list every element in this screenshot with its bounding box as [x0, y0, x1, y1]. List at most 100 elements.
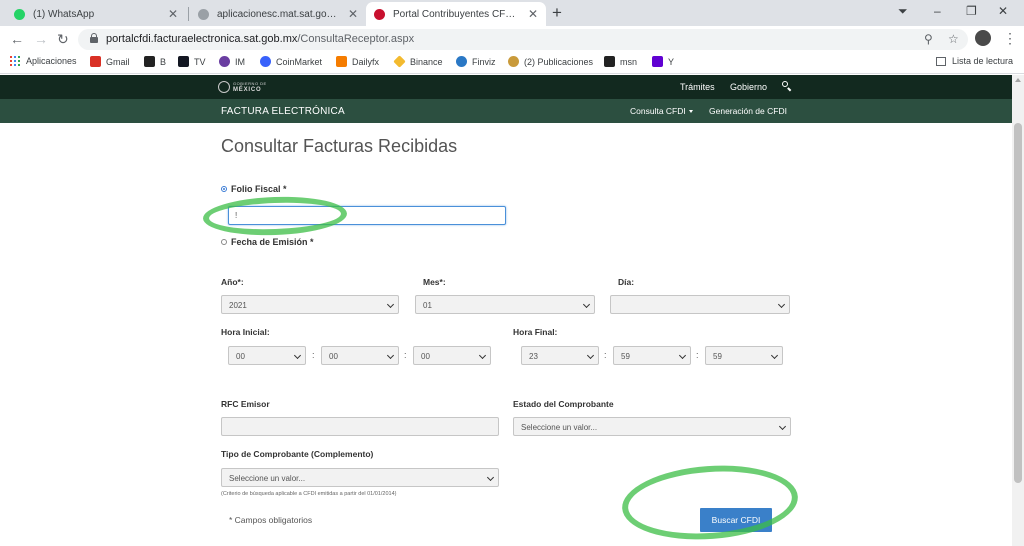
bookmark-gmail[interactable]: Gmail	[90, 56, 130, 67]
anio-value: 2021	[229, 301, 247, 310]
bookmark-label: Gmail	[106, 56, 130, 67]
publicaciones-icon	[508, 56, 519, 67]
nav-tramites[interactable]: Trámites	[680, 82, 715, 92]
buscar-cfdi-button[interactable]: Buscar CFDI	[700, 508, 772, 532]
bookmark-coinmarket[interactable]: CoinMarket	[260, 56, 322, 67]
restore-icon[interactable]: ❐	[966, 4, 977, 18]
select-value: 59	[713, 352, 722, 361]
tab-portal-cfdi[interactable]: Portal Contribuyentes CFDI | Busc ✕	[366, 2, 546, 26]
hora-final-second-select[interactable]: 59	[705, 346, 783, 365]
bookmarks-bar: Aplicaciones Gmail B TV IM CoinMarket Da…	[0, 52, 1024, 74]
bookmark-finviz[interactable]: Finviz	[456, 56, 496, 67]
scrollbar-thumb[interactable]	[1014, 123, 1022, 483]
section-title[interactable]: FACTURA ELECTRÓNICA	[221, 106, 345, 117]
radio-fecha-emision[interactable]: Fecha de Emisión *	[221, 237, 314, 247]
hora-final-label: Hora Final:	[513, 327, 558, 337]
hora-inicial-minute-select[interactable]: 00	[321, 346, 399, 365]
gobierno-logo[interactable]: GOBIERNO DE MÉXICO	[218, 81, 267, 93]
chevron-down-icon	[586, 351, 595, 360]
whatsapp-icon	[14, 8, 25, 20]
reload-icon[interactable]: ↻	[57, 31, 69, 48]
page-scrollbar[interactable]	[1012, 75, 1024, 546]
select-value: 00	[236, 352, 245, 361]
bookmark-label: Aplicaciones	[26, 56, 77, 66]
page-title: Consultar Facturas Recibidas	[221, 136, 458, 156]
bookmark-im[interactable]: IM	[219, 56, 245, 67]
reading-list-button[interactable]: Lista de lectura	[936, 56, 1013, 66]
bookmark-tv[interactable]: TV	[178, 56, 206, 67]
select-value: Seleccione un valor...	[229, 474, 306, 483]
menu-icon[interactable]: ⋮	[1003, 30, 1017, 47]
zoom-icon[interactable]: ⚲	[924, 32, 933, 46]
tab-search-icon[interactable]: ⏷	[898, 4, 908, 19]
gmail-icon	[90, 56, 101, 67]
bookmark-star-icon[interactable]: ☆	[948, 32, 959, 46]
bookmark-yahoo[interactable]: Y	[652, 56, 674, 67]
msn-icon	[604, 56, 615, 67]
menu-label: Consulta CFDI	[630, 106, 686, 116]
close-icon[interactable]: ✕	[168, 7, 178, 21]
radio-button[interactable]	[221, 239, 227, 245]
criterio-note: (Criterio de búsqueda aplicable a CFDI e…	[221, 491, 397, 497]
folio-fiscal-input[interactable]: !	[228, 206, 506, 225]
back-icon[interactable]: ←	[10, 31, 24, 47]
bookmark-label: TV	[194, 56, 206, 67]
radio-button[interactable]	[221, 186, 227, 192]
tipo-comprobante-select[interactable]: Seleccione un valor...	[221, 468, 499, 487]
hora-inicial-second-select[interactable]: 00	[413, 346, 491, 365]
bookmark-binance[interactable]: Binance	[393, 55, 443, 68]
lock-icon	[90, 33, 98, 43]
bookmark-dailyfx[interactable]: Dailyfx	[336, 56, 379, 67]
hora-inicial-hour-select[interactable]: 00	[228, 346, 306, 365]
reading-list-icon	[936, 56, 946, 66]
browser-tab-bar: (1) WhatsApp ✕ aplicacionesc.mat.sat.gob…	[0, 0, 1024, 26]
fecha-label: Fecha de Emisión *	[231, 237, 314, 247]
hora-final-minute-select[interactable]: 59	[613, 346, 691, 365]
select-value: Seleccione un valor...	[521, 423, 598, 432]
bookmark-aplicaciones[interactable]: Aplicaciones	[10, 56, 77, 66]
menu-generacion-cfdi[interactable]: Generación de CFDI	[709, 106, 787, 116]
chevron-down-icon	[582, 300, 591, 309]
eagle-seal-icon	[218, 81, 230, 93]
estado-select[interactable]: Seleccione un valor...	[513, 417, 791, 436]
new-tab-button[interactable]: +	[552, 3, 562, 23]
address-bar[interactable]: portalcfdi.facturaelectronica.sat.gob.mx…	[78, 29, 968, 50]
select-value: 00	[421, 352, 430, 361]
hora-final-hour-select[interactable]: 23	[521, 346, 599, 365]
dia-select[interactable]	[610, 295, 790, 314]
nav-gobierno[interactable]: Gobierno	[730, 82, 767, 92]
bookmark-msn[interactable]: msn	[604, 56, 637, 67]
bookmark-publicaciones[interactable]: (2) Publicaciones	[508, 56, 593, 67]
profile-avatar[interactable]	[975, 30, 991, 46]
rfc-emisor-input[interactable]	[221, 417, 499, 436]
menu-consulta-cfdi[interactable]: Consulta CFDI	[630, 106, 693, 116]
bookmark-label: IM	[235, 56, 245, 67]
dailyfx-icon	[336, 56, 347, 67]
window-close-icon[interactable]: ✕	[998, 4, 1008, 18]
time-separator: :	[604, 350, 607, 360]
bookmark-b[interactable]: B	[144, 56, 166, 67]
close-icon[interactable]: ✕	[528, 7, 538, 21]
tab-whatsapp[interactable]: (1) WhatsApp ✕	[6, 2, 186, 26]
close-icon[interactable]: ✕	[348, 7, 358, 21]
mes-select[interactable]: 01	[415, 295, 595, 314]
search-icon[interactable]	[782, 81, 791, 90]
tab-aplicaciones[interactable]: aplicacionesc.mat.sat.gob.mx ✕	[190, 2, 366, 26]
highlight-marker	[619, 459, 801, 546]
finviz-icon	[456, 56, 467, 67]
tradingview-icon	[178, 56, 189, 67]
chevron-down-icon	[293, 351, 302, 360]
chevron-down-icon	[386, 300, 395, 309]
sat-icon	[374, 8, 385, 20]
radio-folio-fiscal[interactable]: Folio Fiscal *	[221, 184, 287, 194]
time-separator: :	[312, 350, 315, 360]
tab-label: Portal Contribuyentes CFDI | Busc	[393, 8, 522, 20]
forward-icon[interactable]: →	[34, 31, 48, 47]
scroll-up-arrow-icon[interactable]	[1015, 78, 1021, 82]
anio-label: Año*:	[221, 277, 244, 287]
estado-label: Estado del Comprobante	[513, 399, 614, 409]
binance-icon	[393, 55, 406, 68]
chevron-down-icon	[386, 351, 395, 360]
anio-select[interactable]: 2021	[221, 295, 399, 314]
minimize-icon[interactable]: –	[934, 4, 941, 18]
